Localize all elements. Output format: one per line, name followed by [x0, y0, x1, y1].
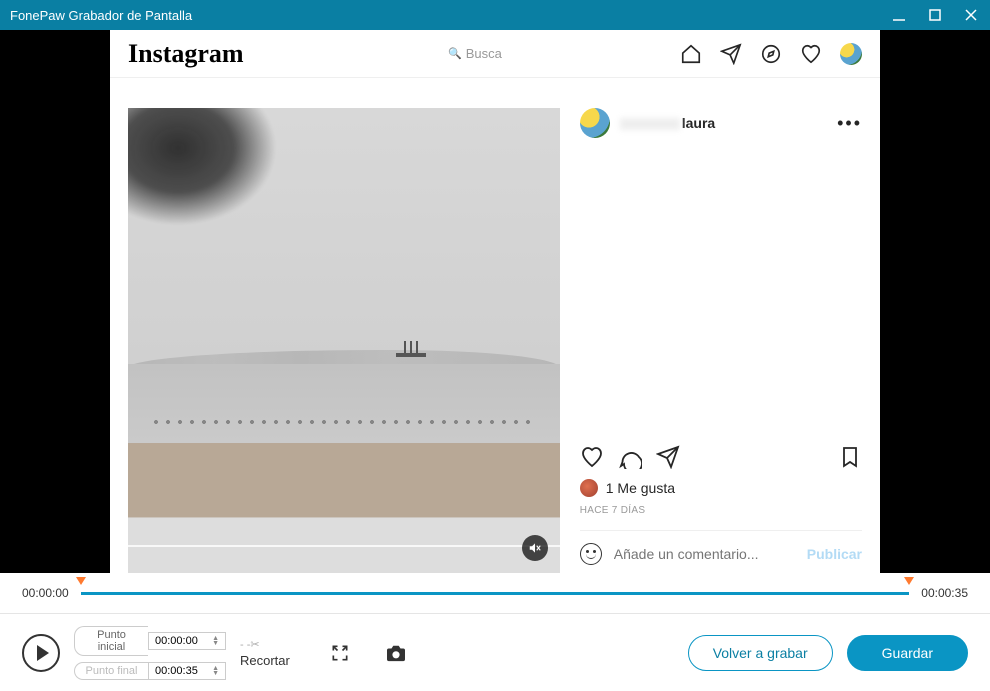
window-controls: [890, 6, 980, 24]
timeline-start-time: 00:00:00: [22, 586, 69, 600]
post-actions: [580, 445, 862, 469]
search-icon: 🔍: [448, 47, 462, 60]
post-sidebar: laura •••: [580, 108, 880, 573]
instagram-post: laura •••: [110, 78, 880, 573]
cut-label: Recortar: [240, 653, 290, 668]
instagram-logo: Instagram: [128, 39, 448, 69]
author-username[interactable]: laura: [620, 115, 715, 131]
app-title: FonePaw Grabador de Pantalla: [10, 8, 890, 23]
save-button[interactable]: Guardar: [847, 635, 968, 671]
profile-avatar-icon[interactable]: [840, 43, 862, 65]
snapshot-button[interactable]: [384, 641, 408, 665]
cut-button[interactable]: - -✂ Recortar: [240, 638, 290, 668]
heart-icon[interactable]: [800, 43, 822, 65]
trim-start-label: Punto inicial: [74, 626, 148, 656]
fullscreen-button[interactable]: [328, 641, 352, 665]
minimize-button[interactable]: [890, 6, 908, 24]
liker-avatar: [580, 479, 598, 497]
like-icon[interactable]: [580, 445, 604, 469]
mute-icon[interactable]: [522, 535, 548, 561]
recorded-content: Instagram 🔍 Busca: [110, 30, 880, 573]
stepper-icon[interactable]: ▲▼: [212, 636, 219, 646]
comment-input-row: Publicar: [580, 530, 862, 565]
timeline-track[interactable]: [81, 583, 910, 603]
scissors-icon: - -✂: [240, 638, 260, 651]
trim-start-input[interactable]: 00:00:00 ▲▼: [148, 632, 226, 650]
rerecord-button[interactable]: Volver a grabar: [688, 635, 833, 671]
trim-inputs: Punto inicial 00:00:00 ▲▼ Punto final 00…: [74, 626, 226, 680]
compass-icon[interactable]: [760, 43, 782, 65]
trim-end-input[interactable]: 00:00:35 ▲▼: [148, 662, 226, 680]
emoji-icon[interactable]: [580, 543, 602, 565]
post-author-row: laura •••: [580, 108, 862, 138]
trim-end-label: Punto final: [74, 662, 148, 680]
titlebar: FonePaw Grabador de Pantalla: [0, 0, 990, 30]
home-icon[interactable]: [680, 43, 702, 65]
trim-start-marker[interactable]: [76, 577, 86, 585]
trim-end-marker[interactable]: [904, 577, 914, 585]
author-avatar[interactable]: [580, 108, 610, 138]
post-timestamp: HACE 7 DÍAS: [580, 505, 862, 516]
send-icon[interactable]: [720, 43, 742, 65]
bookmark-icon[interactable]: [838, 445, 862, 469]
stepper-icon[interactable]: ▲▼: [212, 666, 219, 676]
play-icon: [37, 645, 49, 661]
maximize-button[interactable]: [926, 6, 944, 24]
controls-bar: Punto inicial 00:00:00 ▲▼ Punto final 00…: [0, 613, 990, 691]
play-button[interactable]: [22, 634, 60, 672]
comment-input[interactable]: [614, 546, 795, 562]
timeline-end-time: 00:00:35: [921, 586, 968, 600]
post-image: [128, 108, 560, 573]
likes-count: 1 Me gusta: [606, 480, 675, 496]
trim-start-value: 00:00:00: [155, 635, 198, 647]
comment-icon[interactable]: [618, 445, 642, 469]
video-preview-area: Instagram 🔍 Busca: [0, 30, 990, 573]
publish-button[interactable]: Publicar: [807, 546, 862, 562]
close-button[interactable]: [962, 6, 980, 24]
more-options-icon[interactable]: •••: [837, 113, 862, 134]
instagram-search[interactable]: 🔍 Busca: [448, 46, 502, 61]
trim-end-value: 00:00:35: [155, 665, 198, 677]
search-placeholder: Busca: [466, 46, 502, 61]
share-icon[interactable]: [656, 445, 680, 469]
timeline: 00:00:00 00:00:35: [0, 573, 990, 613]
instagram-nav: [680, 43, 862, 65]
instagram-topbar: Instagram 🔍 Busca: [110, 30, 880, 78]
likes-row[interactable]: 1 Me gusta: [580, 479, 862, 497]
